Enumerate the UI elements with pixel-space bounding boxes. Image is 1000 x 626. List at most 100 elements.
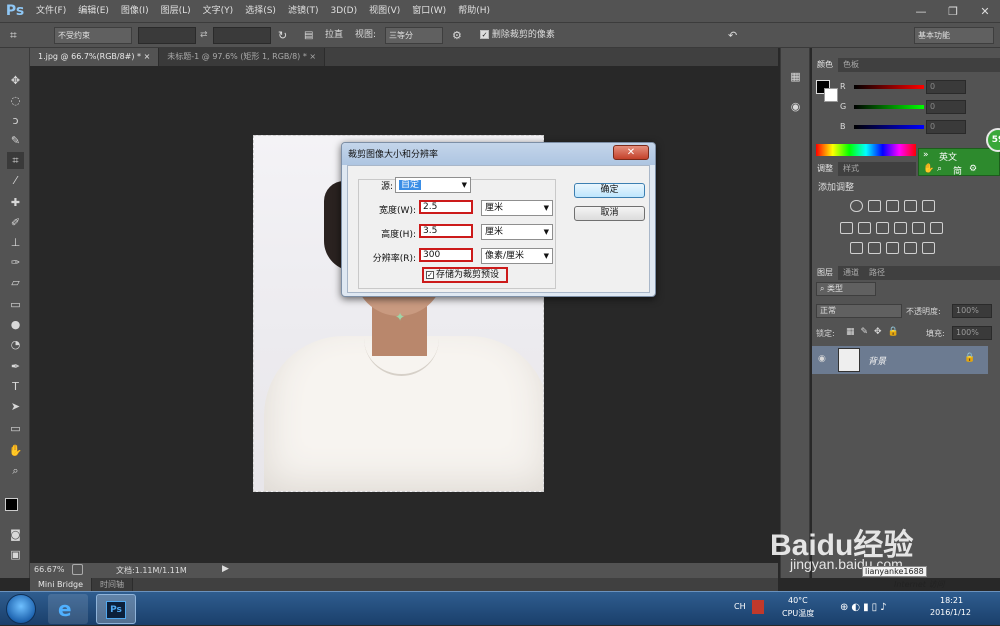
pen-tool-icon[interactable]: ✒: [7, 358, 24, 375]
tab-adjustments[interactable]: 调整: [812, 162, 838, 176]
swap-icon[interactable]: ⇄: [200, 27, 208, 44]
color-background-swatch[interactable]: [824, 88, 838, 102]
menu-select[interactable]: 选择(S): [239, 0, 282, 22]
height-input[interactable]: 3.5: [419, 224, 473, 238]
color-lookup-icon[interactable]: [930, 222, 943, 234]
tab-close-icon[interactable]: ×: [144, 52, 151, 61]
ratio-select[interactable]: 不受约束: [54, 27, 132, 44]
eyedropper-tool-icon[interactable]: ⁄: [7, 172, 24, 189]
status-info-icon[interactable]: [72, 564, 83, 575]
eraser-tool-icon[interactable]: ▱: [7, 274, 24, 291]
r-bar[interactable]: [854, 85, 924, 89]
posterize-icon[interactable]: [868, 242, 881, 254]
hue-saturation-icon[interactable]: [840, 222, 853, 234]
straighten-label[interactable]: 拉直: [325, 27, 343, 44]
ime-language[interactable]: 英文: [939, 150, 957, 163]
layer-filter-select[interactable]: ⌕ 类型: [816, 282, 876, 296]
hand-tool-icon[interactable]: ✋: [7, 442, 24, 459]
menu-image[interactable]: 图像(I): [115, 0, 155, 22]
ime-expand-icon[interactable]: »: [923, 150, 929, 160]
tray-icons[interactable]: ⊕◐▮▯♪: [840, 602, 890, 613]
gear-icon[interactable]: ⚙: [452, 27, 462, 44]
menu-help[interactable]: 帮助(H): [452, 0, 496, 22]
tab-styles[interactable]: 样式: [838, 162, 864, 176]
menu-window[interactable]: 窗口(W): [406, 0, 452, 22]
invert-icon[interactable]: [850, 242, 863, 254]
dialog-titlebar[interactable]: 裁剪图像大小和分辨率 ✕: [342, 143, 655, 165]
ime-indicator[interactable]: CH: [734, 602, 746, 611]
tab-close-icon[interactable]: ×: [309, 52, 316, 61]
ime-settings-icon[interactable]: ⚙: [969, 164, 977, 174]
foreground-color-swatch[interactable]: [5, 498, 18, 511]
cancel-button[interactable]: 取消: [574, 206, 645, 221]
height-unit-select[interactable]: 厘米 ▼: [481, 224, 553, 240]
history-brush-tool-icon[interactable]: ✑: [7, 254, 24, 271]
channel-mixer-icon[interactable]: [912, 222, 925, 234]
tab-paths[interactable]: 路径: [864, 266, 890, 280]
stamp-tool-icon[interactable]: ⊥: [7, 234, 24, 251]
blend-mode-select[interactable]: 正常: [816, 304, 902, 318]
workspace-select[interactable]: 基本功能: [914, 27, 994, 44]
minimize-button[interactable]: —: [910, 5, 932, 18]
view-select[interactable]: 三等分: [385, 27, 443, 44]
type-tool-icon[interactable]: T: [7, 378, 24, 395]
layer-row-background[interactable]: ◉ 背景 🔒: [812, 346, 988, 374]
r-slider[interactable]: R 0: [840, 80, 1000, 94]
exposure-icon[interactable]: [904, 200, 917, 212]
ime-red-icon[interactable]: [752, 600, 764, 614]
ime-search-icon[interactable]: ⌕: [937, 164, 942, 174]
curves-icon[interactable]: [886, 200, 899, 212]
ok-button[interactable]: 确定: [574, 183, 645, 198]
start-button[interactable]: [6, 594, 36, 624]
menu-type[interactable]: 文字(Y): [197, 0, 240, 22]
height-field[interactable]: [213, 27, 271, 44]
r-value[interactable]: 0: [926, 80, 966, 94]
straighten-icon[interactable]: ▤: [304, 27, 313, 44]
fill-input[interactable]: 100%: [952, 326, 992, 340]
menu-layer[interactable]: 图层(L): [155, 0, 197, 22]
blur-tool-icon[interactable]: ●: [7, 316, 24, 333]
dodge-tool-icon[interactable]: ◔: [7, 336, 24, 353]
threshold-icon[interactable]: [886, 242, 899, 254]
menu-view[interactable]: 视图(V): [363, 0, 406, 22]
ime-toolbar[interactable]: 英文 » ✋ ⌕ 简 ⚙: [918, 148, 1000, 177]
dialog-close-button[interactable]: ✕: [613, 145, 649, 160]
brush-tool-icon[interactable]: ✐: [7, 214, 24, 231]
tab-mini-bridge[interactable]: Mini Bridge: [30, 578, 93, 591]
clear-icon[interactable]: ↻: [278, 27, 287, 44]
zoom-tool-icon[interactable]: ⌕: [7, 462, 24, 479]
healing-tool-icon[interactable]: ✚: [7, 194, 24, 211]
clock-time[interactable]: 18:21: [940, 596, 963, 605]
lock-icons[interactable]: ▦✎✥🔒: [846, 327, 905, 337]
move-tool-icon[interactable]: ✥: [7, 72, 24, 89]
screen-mode-icon[interactable]: ▣: [7, 546, 24, 563]
ie-taskbar-button[interactable]: e: [48, 594, 88, 624]
levels-icon[interactable]: [868, 200, 881, 212]
path-select-tool-icon[interactable]: ➤: [7, 398, 24, 415]
resolution-unit-select[interactable]: 像素/厘米 ▼: [481, 248, 553, 264]
g-slider[interactable]: G 0: [840, 100, 1000, 114]
selective-color-icon[interactable]: [904, 242, 917, 254]
gradient-tool-icon[interactable]: ▭: [7, 296, 24, 313]
photo-filter-icon[interactable]: [894, 222, 907, 234]
zoom-level[interactable]: 66.67%: [34, 565, 65, 574]
tab-swatches[interactable]: 色板: [838, 58, 864, 72]
tab-layers[interactable]: 图层: [812, 266, 838, 280]
ime-hand-icon[interactable]: ✋: [923, 164, 934, 174]
crop-tool-icon[interactable]: ⌗: [7, 152, 24, 169]
b-value[interactable]: 0: [926, 120, 966, 134]
delete-cropped-checkbox[interactable]: ✓ 删除裁剪的像素: [480, 27, 555, 44]
shape-tool-icon[interactable]: ▭: [7, 420, 24, 437]
opacity-input[interactable]: 100%: [952, 304, 992, 318]
crop-tool-icon[interactable]: ⌗: [10, 27, 17, 44]
width-unit-select[interactable]: 厘米 ▼: [481, 200, 553, 216]
photoshop-taskbar-button[interactable]: Ps: [96, 594, 136, 624]
tab-channels[interactable]: 通道: [838, 266, 864, 280]
history-panel-icon[interactable]: ▦: [787, 68, 804, 85]
width-input[interactable]: 2.5: [419, 200, 473, 214]
gradient-map-icon[interactable]: [922, 242, 935, 254]
tab-color[interactable]: 颜色: [812, 58, 838, 72]
g-bar[interactable]: [854, 105, 924, 109]
menu-3d[interactable]: 3D(D): [324, 0, 363, 22]
quick-mask-icon[interactable]: ◙: [7, 526, 24, 543]
